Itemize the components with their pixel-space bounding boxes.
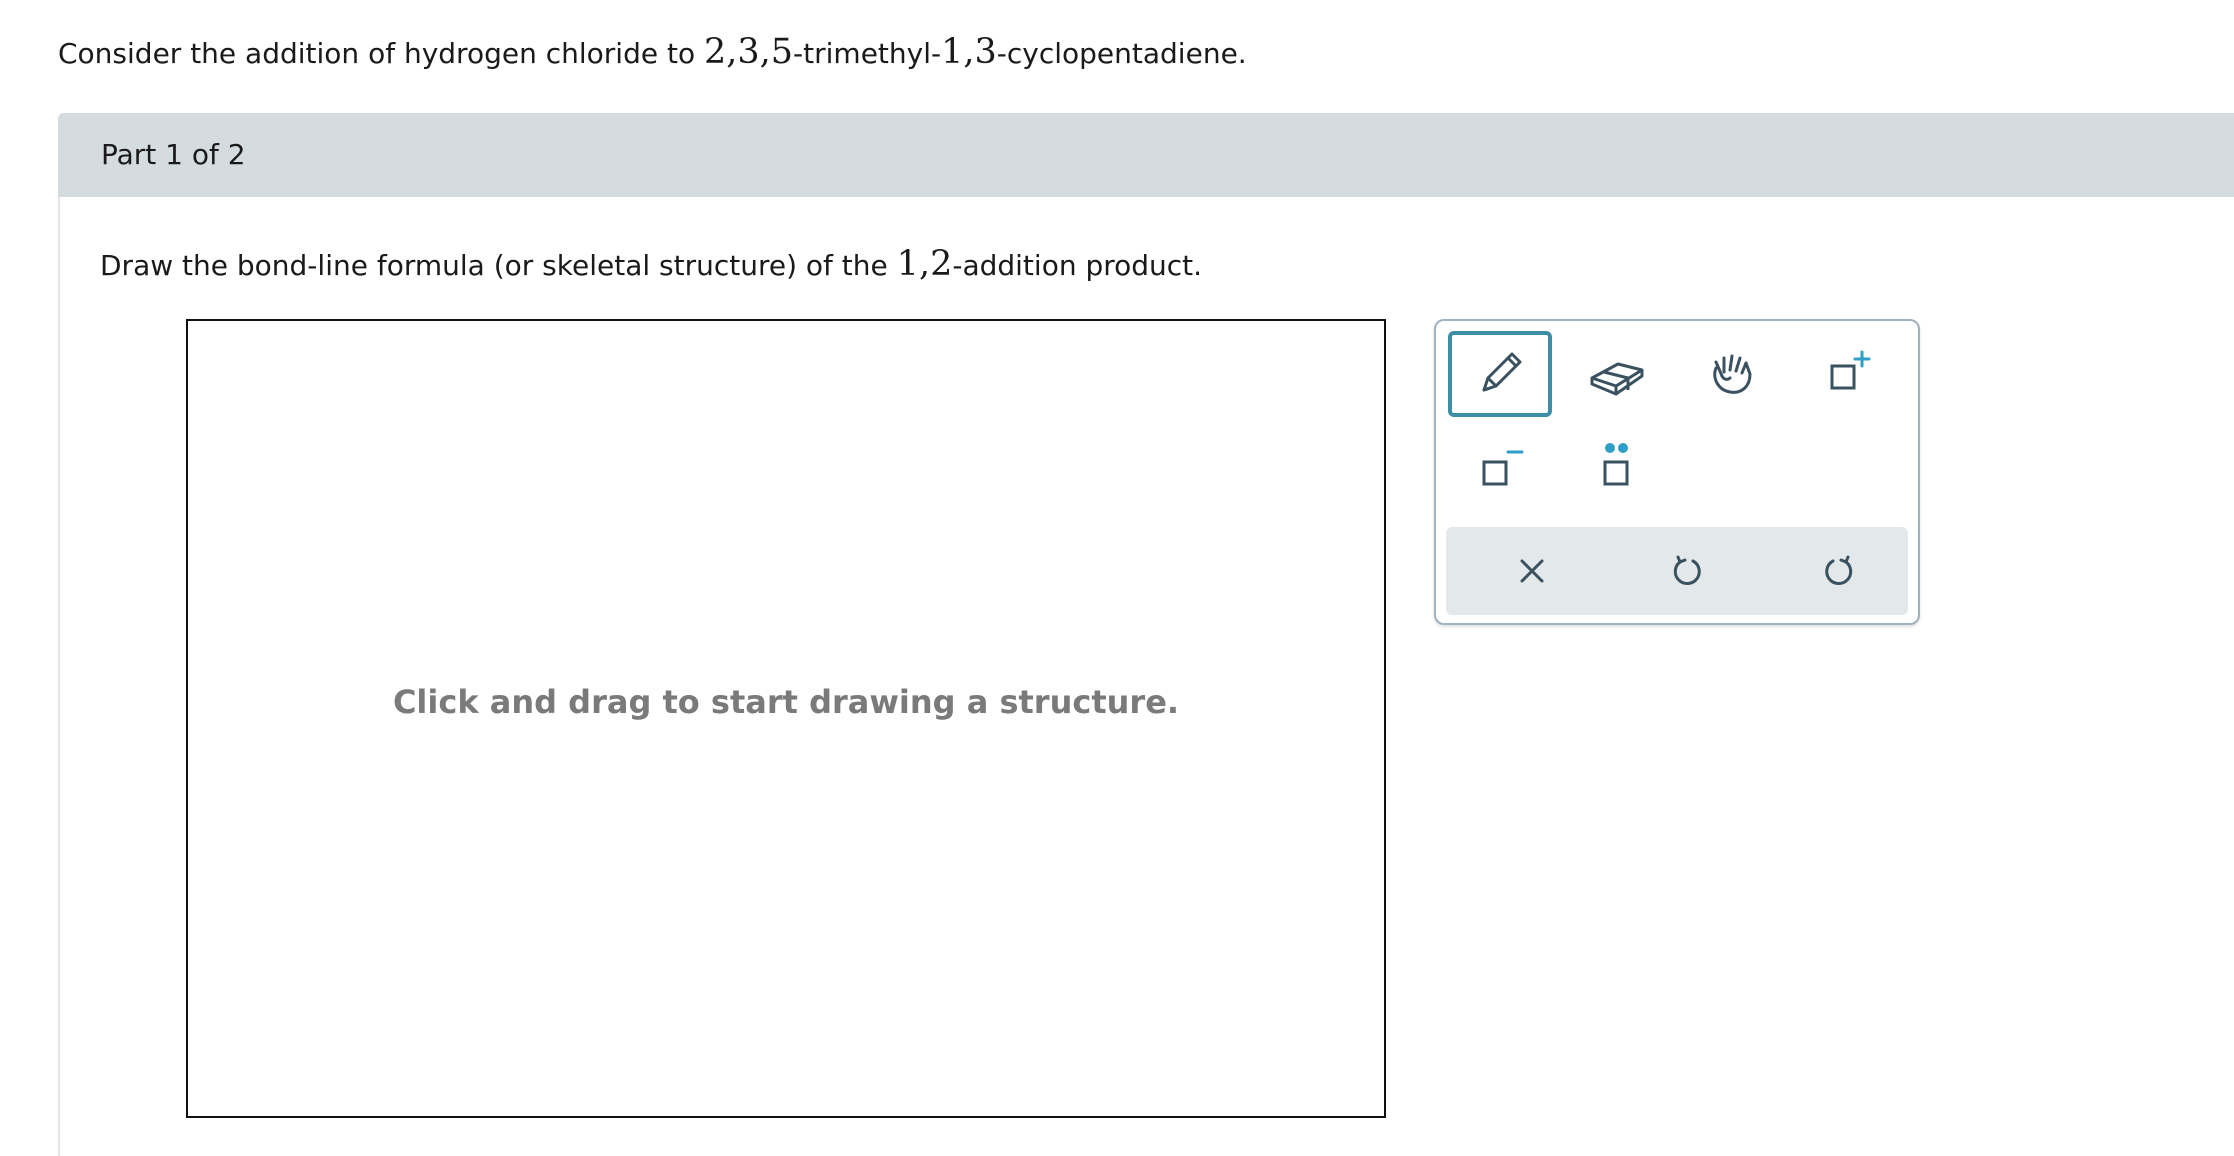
undo-button[interactable]	[1636, 527, 1736, 615]
negative-charge-icon	[1482, 450, 1524, 486]
hand-tool-button[interactable]	[1680, 331, 1784, 417]
instruction-text: Draw the bond-line formula (or skeletal …	[100, 242, 1202, 288]
action-bar	[1446, 527, 1908, 615]
instruction-suffix: -addition product.	[952, 249, 1203, 282]
lone-pair-icon	[1603, 443, 1629, 486]
instruction-locant: 1,2	[896, 244, 953, 284]
part-label: Part 1 of 2	[101, 138, 246, 171]
eraser-icon	[1590, 362, 1644, 396]
drawing-toolbox	[1434, 319, 1920, 625]
question-text: Consider the addition of hydrogen chlori…	[58, 30, 1247, 76]
question-prefix: Consider the addition of hydrogen chlori…	[58, 37, 704, 70]
canvas-hint: Click and drag to start drawing a struct…	[392, 683, 1180, 721]
question-locant-2: 1,3	[941, 32, 997, 72]
redo-button[interactable]	[1790, 527, 1890, 615]
undo-icon	[1673, 555, 1701, 586]
drawing-canvas[interactable]: Click and drag to start drawing a struct…	[186, 319, 1386, 1118]
eraser-tool-button[interactable]	[1564, 331, 1668, 417]
instruction-prefix: Draw the bond-line formula (or skeletal …	[100, 249, 897, 282]
negative-charge-tool-button[interactable]	[1448, 425, 1552, 511]
question-locant-1: 2,3,5	[703, 32, 794, 72]
redo-icon	[1825, 555, 1853, 586]
part-header: Part 1 of 2	[58, 113, 2234, 197]
pencil-tool-button[interactable]	[1448, 331, 1552, 417]
positive-charge-icon	[1830, 350, 1871, 390]
question-middle: -trimethyl-	[793, 37, 942, 70]
question-suffix: -cyclopentadiene.	[996, 37, 1247, 70]
clear-icon	[1520, 559, 1544, 583]
clear-button[interactable]	[1482, 527, 1582, 615]
pencil-icon	[1482, 352, 1522, 392]
hand-icon	[1713, 354, 1752, 394]
positive-charge-tool-button[interactable]	[1796, 331, 1900, 417]
lone-pair-tool-button[interactable]	[1564, 425, 1668, 511]
